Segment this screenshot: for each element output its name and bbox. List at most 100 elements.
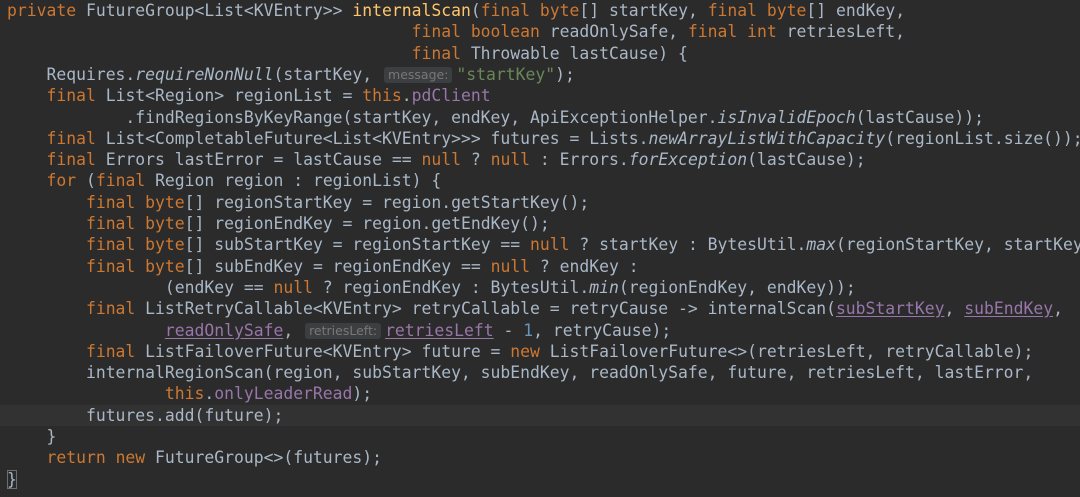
code-line[interactable]: }: [0, 426, 1080, 447]
code-token: byte: [766, 1, 807, 20]
code-token: List<CompletableFuture<List<KVEntry>>> f…: [105, 128, 649, 148]
code-token: (regionStartKey, startKey);: [835, 235, 1080, 255]
code-token: : Errors.: [530, 150, 629, 170]
code-token: ListFailoverFuture<>(retriesLeft, retryC…: [549, 341, 1034, 361]
code-token: byte: [539, 1, 580, 20]
code-token: null: [490, 150, 531, 170]
code-line[interactable]: Requires.requireNonNull(startKey, messag…: [0, 64, 1080, 85]
code-line[interactable]: final byte[] regionEndKey = region.getEn…: [0, 213, 1080, 234]
parameter-hint: message:: [384, 66, 453, 83]
code-token: null: [530, 235, 570, 255]
code-token: pdClient: [411, 86, 491, 106]
code-token: ,: [944, 299, 965, 319]
code-line[interactable]: }: [0, 469, 1080, 490]
code-token: final: [85, 214, 146, 233]
code-token: ListRetryCallable<KVEntry> retryCallable…: [145, 299, 836, 319]
code-token: byte: [145, 214, 185, 233]
code-line[interactable]: this.onlyLeaderRead);: [0, 383, 1080, 404]
code-line[interactable]: for (final Region region : regionList) {: [0, 170, 1080, 191]
code-token: List<Region> regionList =: [105, 86, 363, 106]
code-token: "startKey": [456, 64, 556, 84]
code-line[interactable]: final Errors lastError = lastCause == nu…: [0, 149, 1080, 170]
code-line[interactable]: final List<CompletableFuture<List<KVEntr…: [0, 128, 1080, 149]
code-line[interactable]: (endKey == null ? regionEndKey : BytesUt…: [0, 277, 1080, 298]
code-token: new: [510, 341, 550, 361]
code-token: , retryCause);: [533, 320, 672, 340]
code-token: final: [687, 22, 748, 42]
code-token: [] regionStartKey = region.getStartKey()…: [184, 192, 590, 212]
code-token: final: [46, 150, 106, 170]
code-token: final: [95, 171, 156, 191]
code-token: [] subEndKey = regionEndKey ==: [184, 256, 491, 276]
code-line[interactable]: final byte[] subEndKey = regionEndKey ==…: [0, 256, 1080, 277]
code-token: );: [555, 64, 575, 84]
code-token: internalRegionScan(region, subStartKey, …: [85, 363, 1034, 383]
code-token: private: [7, 1, 86, 20]
code-line[interactable]: return new FutureGroup<>(futures);: [0, 447, 1080, 468]
code-line[interactable]: internalRegionScan(region, subStartKey, …: [0, 362, 1080, 383]
code-token: readOnlySafe: [164, 320, 284, 340]
code-editor[interactable]: private FutureGroup<List<KVEntry>> inter…: [0, 0, 1080, 497]
code-line[interactable]: private FutureGroup<List<KVEntry>> inter…: [0, 0, 1080, 21]
code-token: }: [7, 469, 17, 489]
code-token: .: [401, 86, 412, 106]
code-token: int: [747, 22, 787, 42]
code-token: (: [470, 1, 481, 20]
code-token: ,: [283, 320, 304, 340]
code-token: null: [273, 277, 313, 297]
code-token: -: [493, 320, 524, 340]
code-token: final: [411, 43, 471, 63]
code-token: FutureGroup<List<KVEntry>>: [85, 1, 353, 20]
code-token: .: [204, 384, 215, 404]
code-token: (lastCause);: [747, 150, 866, 170]
code-token: (startKey,: [273, 64, 383, 84]
code-token: [] subStartKey = regionStartKey ==: [184, 235, 531, 255]
code-token: final: [411, 22, 471, 42]
code-line[interactable]: .findRegionsByKeyRange(startKey, endKey,…: [0, 107, 1080, 128]
code-token: (: [85, 171, 96, 191]
code-token: final: [85, 256, 146, 276]
code-token: futures.add(future);: [85, 405, 284, 425]
code-line[interactable]: final ListRetryCallable<KVEntry> retryCa…: [0, 298, 1080, 319]
code-token: Region region : regionList) {: [155, 171, 442, 191]
code-token: null: [490, 256, 531, 276]
code-token: (endKey ==: [164, 277, 274, 297]
code-line[interactable]: final ListFailoverFuture<KVEntry> future…: [0, 341, 1080, 362]
code-token: null: [421, 150, 461, 170]
code-line[interactable]: final byte[] regionStartKey = region.get…: [0, 192, 1080, 213]
code-token: this: [362, 86, 402, 106]
code-line[interactable]: final List<Region> regionList = this.pdC…: [0, 85, 1080, 106]
code-token: for: [46, 171, 86, 191]
code-token: readOnlySafe,: [549, 22, 688, 42]
code-token: max: [806, 235, 836, 255]
code-line[interactable]: futures.add(future);: [0, 404, 1080, 426]
code-token: new: [115, 448, 156, 468]
code-token: byte: [145, 235, 185, 255]
code-token: ?: [460, 150, 491, 170]
code-token: ? endKey :: [530, 256, 639, 276]
code-token: requireNonNull: [135, 64, 274, 84]
code-line[interactable]: final boolean readOnlySafe, final int re…: [0, 21, 1080, 42]
code-token: newArrayListWithCapacity: [648, 128, 886, 148]
code-line[interactable]: final Throwable lastCause) {: [0, 43, 1080, 64]
code-token: onlyLeaderRead: [214, 384, 353, 404]
code-token: );: [352, 384, 373, 404]
code-line[interactable]: readOnlySafe, retriesLeft: retriesLeft - …: [0, 320, 1080, 341]
code-token: internalScan: [352, 1, 471, 20]
code-token: final: [480, 1, 540, 20]
code-token: ,: [1053, 299, 1063, 319]
code-token: final: [85, 235, 146, 255]
code-token: final: [46, 128, 106, 148]
code-line[interactable]: final byte[] subStartKey = regionStartKe…: [0, 234, 1080, 255]
code-token: ? startKey : BytesUtil.: [569, 235, 807, 255]
